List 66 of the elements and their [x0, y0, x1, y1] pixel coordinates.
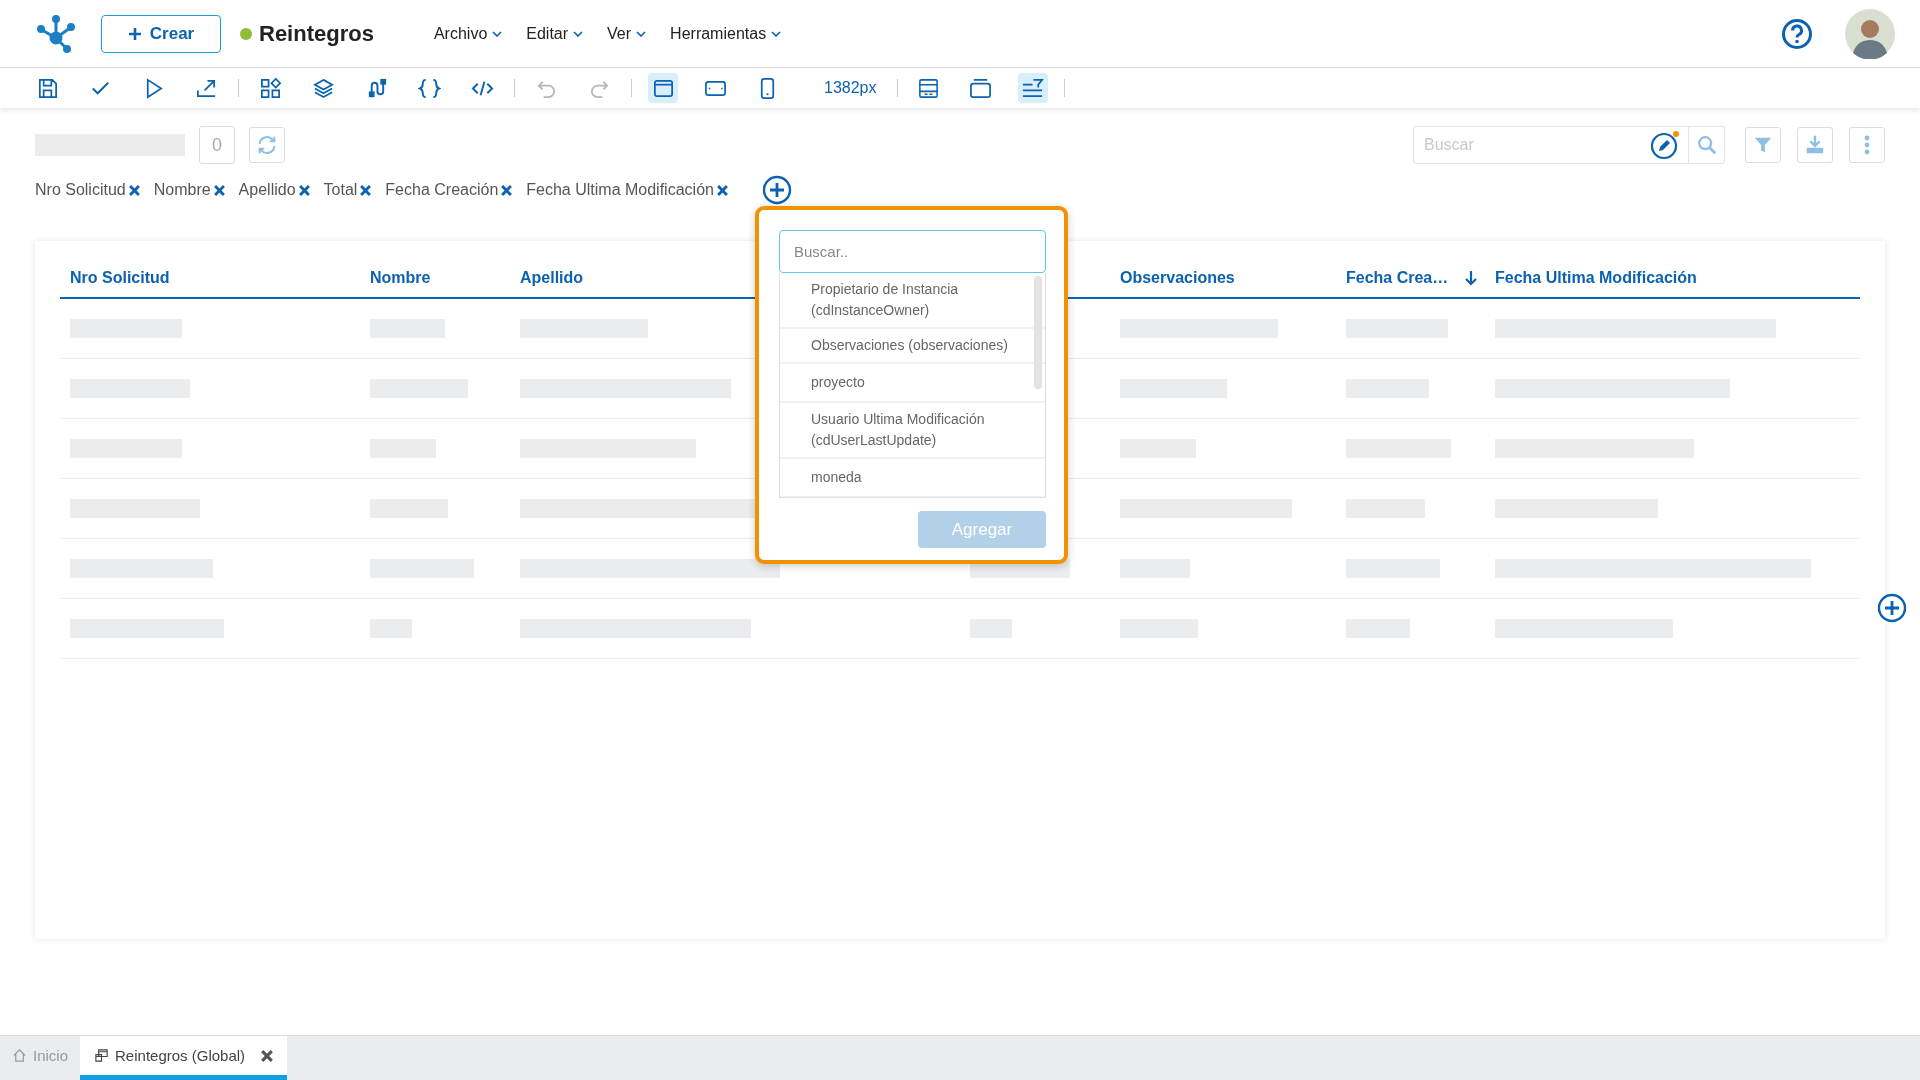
close-icon [716, 184, 728, 196]
braces-icon[interactable] [418, 76, 441, 100]
folder-tab-icon [969, 76, 992, 100]
chevron-icon [492, 30, 503, 37]
column-chip-label: Fecha Ultima Modificación [526, 181, 714, 199]
remove-button[interactable] [360, 184, 372, 196]
refresh-icon [256, 134, 278, 156]
more-icon [1864, 134, 1870, 156]
layers-icon[interactable] [312, 76, 335, 100]
column-header[interactable]: Nro Solicitud [60, 269, 170, 287]
search-field[interactable]: Buscar.. [779, 230, 1046, 273]
logo-icon[interactable] [36, 13, 76, 54]
close-icon [360, 184, 372, 196]
home-icon [12, 1048, 27, 1063]
width-label: 1382px [824, 79, 877, 97]
close-icon [213, 184, 225, 196]
column-chip-label: Nro Solicitud [35, 181, 126, 199]
filter-lines-icon [1021, 76, 1044, 100]
pencil-icon[interactable] [1650, 130, 1680, 160]
menu-item[interactable]: Archivo [433, 24, 503, 43]
option-item[interactable]: Usuario Ultima Modificación (cdUserLastUpdate) [780, 403, 1045, 459]
menu-item[interactable]: Editar [526, 24, 584, 43]
column-chip-label: Apellido [238, 181, 296, 199]
remove-button[interactable] [298, 184, 310, 196]
search-icon [1695, 134, 1718, 156]
chevron-icon [573, 30, 584, 37]
column-chip-label: Nombre [153, 181, 211, 199]
filter-layout-button[interactable] [1017, 73, 1048, 103]
remove-button[interactable] [501, 184, 513, 196]
app-title: Reintegros [259, 20, 374, 47]
count-badge: 0 [199, 126, 235, 164]
add-icon[interactable] [1877, 593, 1907, 623]
plus-icon [127, 26, 142, 41]
grid-icon[interactable] [259, 76, 282, 100]
window-icon [917, 76, 940, 100]
option-item[interactable]: moneda [780, 459, 1045, 497]
remove-button[interactable] [213, 184, 225, 196]
status-dot [240, 27, 252, 40]
remove-button[interactable] [128, 184, 140, 196]
windows-icon [94, 1048, 110, 1063]
scrollbar[interactable] [1034, 276, 1042, 389]
column-header[interactable]: Apellido [510, 269, 584, 287]
column-header[interactable]: Nombre [360, 269, 431, 287]
download-icon [1804, 134, 1826, 156]
help-icon[interactable] [1781, 17, 1813, 50]
save-icon[interactable] [36, 76, 59, 100]
column-header[interactable]: Observaciones [1110, 269, 1235, 287]
avatar[interactable] [1845, 8, 1895, 59]
sort-down-icon [1464, 270, 1479, 286]
desktop-view-button[interactable] [648, 73, 678, 103]
create-button[interactable]: Crear [101, 14, 221, 53]
close-icon [128, 184, 140, 196]
column-chip-label: Fecha Creación [385, 181, 499, 199]
column-header[interactable]: Fecha Ultima Modificación [1485, 269, 1697, 287]
close-icon [298, 184, 310, 196]
menu-item[interactable]: Herramientas [670, 24, 782, 43]
remove-button[interactable] [716, 184, 728, 196]
add-column-icon[interactable] [761, 175, 792, 205]
menu-item[interactable]: Ver [607, 24, 647, 43]
column-chip-label: Total [323, 181, 358, 199]
column-header[interactable]: Fecha Crea… [1336, 269, 1479, 287]
close-icon[interactable] [261, 1049, 274, 1062]
chevron-icon [771, 30, 782, 37]
tab[interactable]: Reintegros (Global) [80, 1036, 288, 1080]
close-icon [501, 184, 513, 196]
chevron-icon [636, 30, 647, 37]
